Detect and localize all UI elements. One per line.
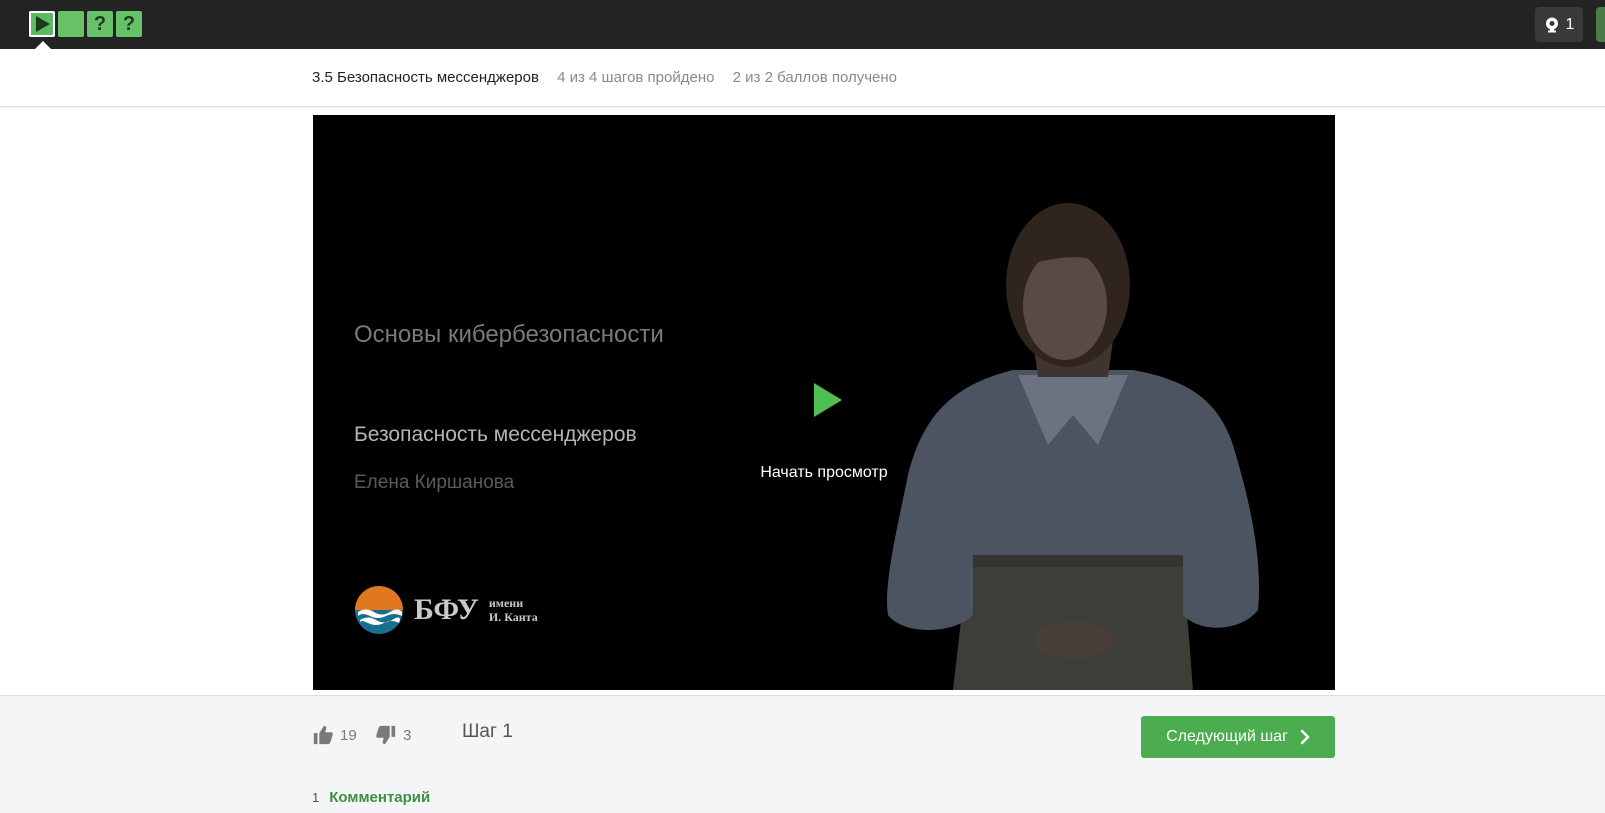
trophy-icon xyxy=(1545,17,1558,32)
step-tile-4-quiz[interactable]: ? xyxy=(116,11,142,37)
lesson-progress: 4 из 4 шагов пройдено xyxy=(557,69,715,86)
step-number-label: Шаг 1 xyxy=(462,721,513,742)
step-tile-2-text[interactable] xyxy=(58,11,84,37)
question-mark-icon: ? xyxy=(122,12,136,35)
dislike-button[interactable]: 3 xyxy=(375,724,411,746)
logo-abbreviation: БФУ xyxy=(414,593,479,626)
video-lecture-name: Безопасность мессенджеров xyxy=(354,423,637,446)
next-step-button[interactable]: Следующий шаг xyxy=(1141,716,1335,758)
comments-section: 1 Комментарий xyxy=(312,789,430,806)
like-count: 19 xyxy=(340,726,357,744)
video-player[interactable]: Основы кибербезопасности Безопасность ме… xyxy=(313,115,1335,690)
step-tile-3-quiz[interactable]: ? xyxy=(87,11,113,37)
user-menu-edge[interactable] xyxy=(1596,7,1605,42)
active-step-indicator xyxy=(35,41,51,49)
step-footer: 19 3 Шаг 1 Следующий шаг 1 Комментарий xyxy=(0,695,1605,813)
step-content: Основы кибербезопасности Безопасность ме… xyxy=(0,108,1605,695)
play-icon xyxy=(36,16,50,32)
comments-link[interactable]: Комментарий xyxy=(329,789,430,806)
next-step-label: Следующий шаг xyxy=(1166,728,1288,745)
video-course-name: Основы кибербезопасности xyxy=(354,321,664,348)
lesson-header: 3.5 Безопасность мессенджеров 4 из 4 шаг… xyxy=(0,49,1605,107)
thumbs-down-icon xyxy=(376,725,396,745)
top-navigation-bar: ? ? 1 xyxy=(0,0,1605,49)
chevron-right-icon xyxy=(1300,729,1310,745)
dislike-count: 3 xyxy=(403,726,412,744)
logo-subtitle: имени И. Канта xyxy=(489,596,538,624)
start-watching-label[interactable]: Начать просмотр xyxy=(313,464,1335,482)
thumbs-up-icon xyxy=(313,725,333,745)
like-button[interactable]: 19 xyxy=(312,724,357,746)
step-tile-1-video[interactable] xyxy=(29,11,55,37)
play-icon[interactable] xyxy=(810,380,846,420)
bfu-logo-emblem xyxy=(355,586,403,634)
lesson-score: 2 из 2 баллов получено xyxy=(732,69,897,86)
question-mark-icon: ? xyxy=(93,12,107,35)
bfu-logo: БФУ имени И. Канта xyxy=(354,585,538,635)
logo-subtitle-line1: имени xyxy=(488,596,524,610)
achievements-count: 1 xyxy=(1565,15,1575,33)
lesson-title[interactable]: 3.5 Безопасность мессенджеров xyxy=(312,69,539,86)
lesson-steps: ? ? xyxy=(29,11,142,37)
lesson-info: 3.5 Безопасность мессенджеров 4 из 4 шаг… xyxy=(312,69,897,86)
logo-subtitle-line2: И. Канта xyxy=(488,610,538,624)
comments-count: 1 xyxy=(312,790,320,805)
achievements-button[interactable]: 1 xyxy=(1535,7,1583,42)
